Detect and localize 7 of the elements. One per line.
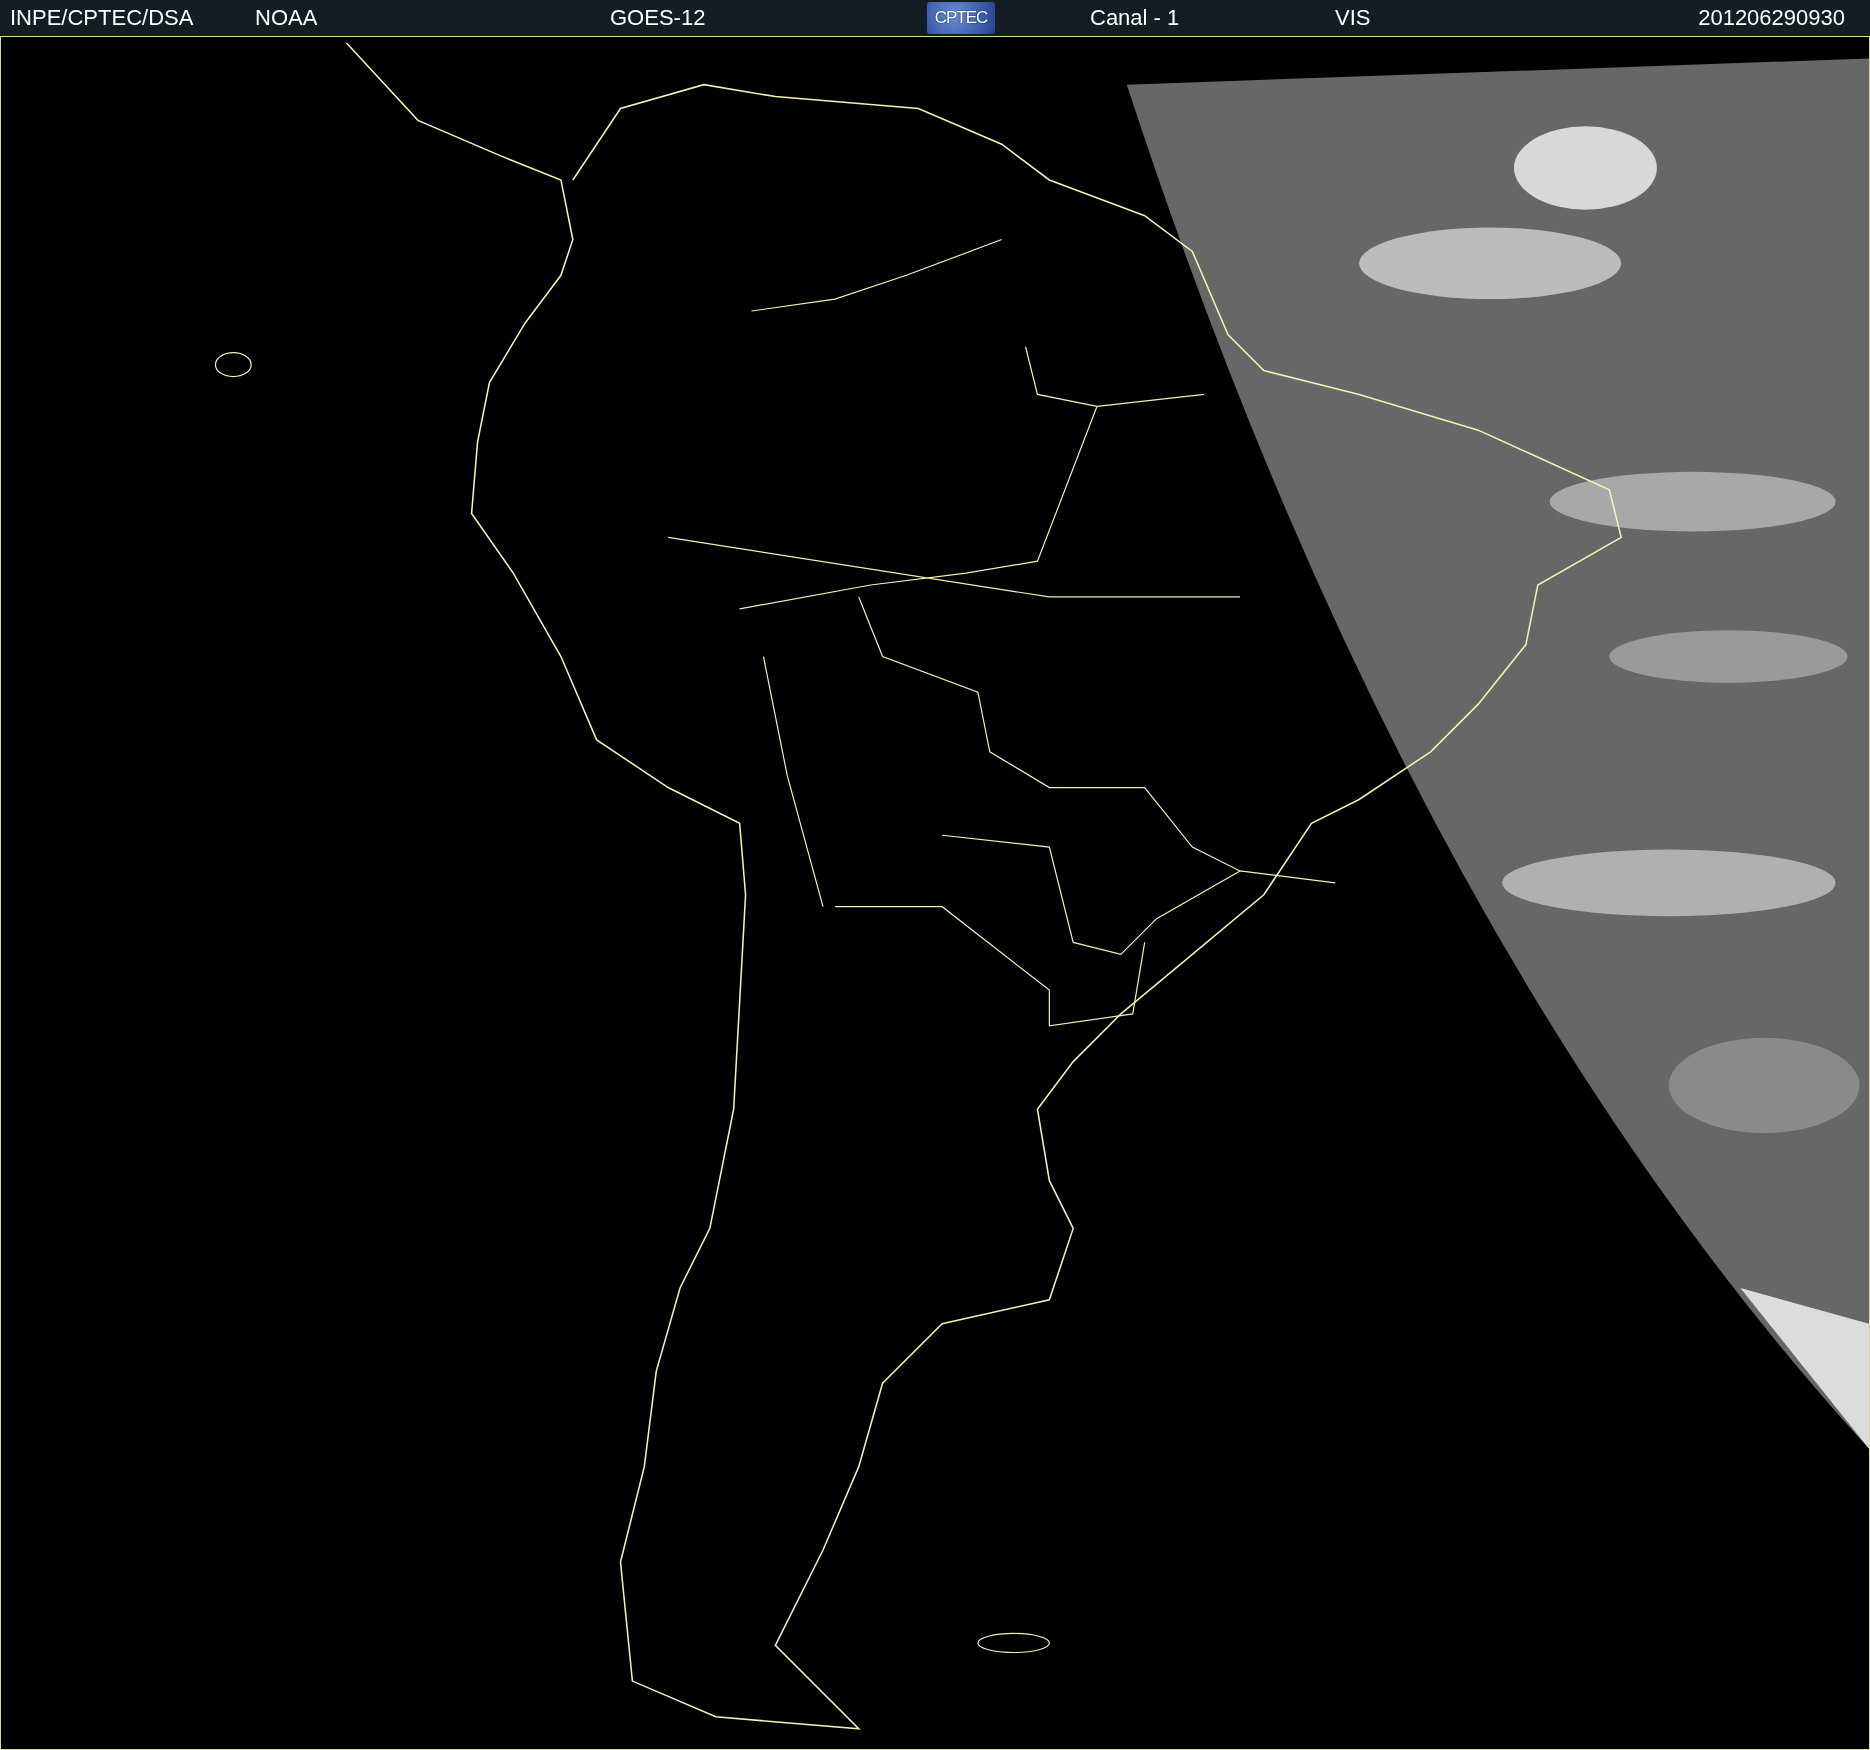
header-label: VIS (1335, 5, 1371, 31)
header-label: 201206290930 (1698, 5, 1845, 31)
header-label: GOES-12 (610, 5, 706, 31)
header-label: NOAA (255, 5, 318, 31)
header-label: INPE/CPTEC/DSA (10, 5, 194, 31)
agency-logo: CPTEC (927, 2, 995, 34)
header-label: Canal - 1 (1090, 5, 1180, 31)
